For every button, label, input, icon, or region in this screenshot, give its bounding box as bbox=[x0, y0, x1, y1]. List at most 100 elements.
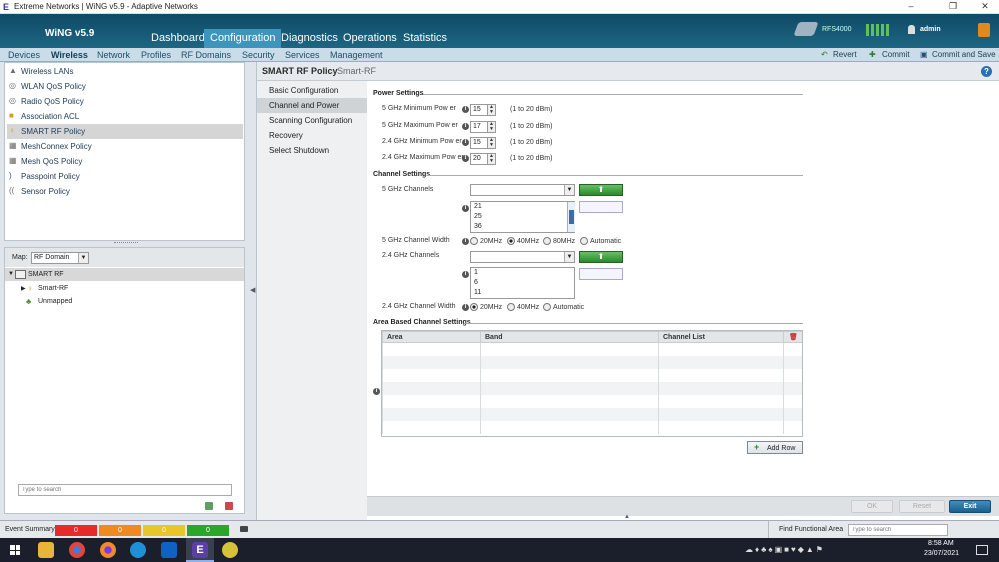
policy-item-wlan-qos[interactable]: ◎ WLAN QoS Policy bbox=[7, 79, 243, 94]
section-recovery[interactable]: Recovery bbox=[257, 128, 367, 143]
section-basic-configuration[interactable]: Basic Configuration bbox=[257, 83, 367, 98]
tree-unmapped-label[interactable]: Unmapped bbox=[38, 298, 72, 305]
logout-icon[interactable] bbox=[978, 23, 990, 37]
min-power-5ghz-stepper[interactable]: 15 ▲ ▼ bbox=[470, 104, 496, 116]
policy-item-radio-qos[interactable]: ◎ Radio QoS Policy bbox=[7, 94, 243, 109]
stepper-arrows-icon[interactable]: ▲ ▼ bbox=[487, 105, 495, 115]
revert-button[interactable]: Revert bbox=[833, 49, 857, 61]
max-power-24ghz-stepper[interactable]: 20 ▲ ▼ bbox=[470, 153, 496, 165]
policy-item-smart-rf[interactable]: ♀ SMART RF Policy bbox=[7, 124, 243, 139]
scrollbar-thumb[interactable] bbox=[569, 210, 574, 224]
commit-icon[interactable]: ✚ bbox=[869, 49, 876, 61]
width5-20mhz-radio[interactable] bbox=[470, 237, 478, 245]
width5-automatic-radio[interactable] bbox=[580, 237, 588, 245]
splitter-handle[interactable] bbox=[114, 242, 138, 245]
policy-item-wireless-lans[interactable]: ▲ Wireless LANs bbox=[7, 64, 243, 79]
minimize-button[interactable]: – bbox=[898, 0, 924, 14]
firefox-icon[interactable] bbox=[100, 542, 116, 558]
list-item[interactable]: 36 bbox=[471, 222, 574, 232]
commit-and-save-button[interactable]: Commit and Save bbox=[932, 49, 996, 61]
info-icon[interactable]: i bbox=[373, 388, 380, 395]
windows-start-icon[interactable] bbox=[10, 545, 20, 555]
subtab-services[interactable]: Services bbox=[281, 49, 324, 61]
max-power-5ghz-stepper[interactable]: 17 ▲ ▼ bbox=[470, 121, 496, 133]
add-channel-24ghz-button[interactable]: ⬆ bbox=[579, 251, 623, 263]
list-scrollbar[interactable] bbox=[567, 202, 575, 232]
tab-dashboard[interactable]: Dashboard bbox=[145, 29, 211, 48]
policy-item-mesh-qos[interactable]: ▦ Mesh QoS Policy bbox=[7, 154, 243, 169]
info-icon[interactable]: i bbox=[462, 271, 469, 278]
edge-icon[interactable] bbox=[130, 542, 146, 558]
list-item[interactable]: 21 bbox=[471, 202, 574, 212]
tree-child-label[interactable]: Smart-RF bbox=[38, 285, 68, 292]
maximize-button[interactable]: ❐ bbox=[940, 0, 966, 14]
channels-24ghz-select[interactable]: ▼ bbox=[470, 251, 575, 263]
remove-channel-24ghz-button[interactable] bbox=[579, 268, 623, 280]
stepper-arrows-icon[interactable]: ▲ ▼ bbox=[487, 154, 495, 164]
width24-20mhz-radio[interactable] bbox=[470, 303, 478, 311]
event-minor-badge[interactable]: 0 bbox=[143, 525, 185, 536]
width24-40mhz-radio[interactable] bbox=[507, 303, 515, 311]
section-channel-and-power[interactable]: Channel and Power bbox=[257, 98, 367, 113]
subtab-network[interactable]: Network bbox=[93, 49, 134, 61]
info-icon[interactable]: i bbox=[462, 155, 469, 162]
add-channel-5ghz-button[interactable]: ⬆ bbox=[579, 184, 623, 196]
info-icon[interactable]: i bbox=[462, 238, 469, 245]
tab-diagnostics[interactable]: Diagnostics bbox=[275, 29, 344, 48]
outlook-icon[interactable] bbox=[161, 542, 177, 558]
file-explorer-icon[interactable] bbox=[38, 542, 54, 558]
subtab-wireless[interactable]: Wireless bbox=[47, 49, 92, 61]
policy-item-passpoint[interactable]: ) Passpoint Policy bbox=[7, 169, 243, 184]
clock-date[interactable]: 23/07/2021 bbox=[924, 550, 959, 557]
map-select[interactable]: RF Domain ▼ bbox=[31, 252, 89, 264]
subtab-profiles[interactable]: Profiles bbox=[137, 49, 175, 61]
video-icon[interactable] bbox=[240, 526, 248, 532]
clock-time[interactable]: 8:58 AM bbox=[928, 540, 954, 547]
policy-item-sensor[interactable]: ((Sensor Policy bbox=[7, 184, 243, 199]
policy-item-meshconnex[interactable]: ▦ MeshConnex Policy bbox=[7, 139, 243, 154]
exit-button[interactable]: Exit bbox=[949, 500, 991, 513]
revert-icon[interactable]: ↶ bbox=[821, 49, 828, 61]
add-icon[interactable] bbox=[205, 502, 213, 510]
extreme-app-icon[interactable]: E bbox=[192, 542, 208, 558]
policy-item-association-acl[interactable]: ■ Association ACL bbox=[7, 109, 243, 124]
trash-icon[interactable]: 🗑 bbox=[783, 331, 802, 343]
save-icon[interactable]: ▣ bbox=[920, 49, 928, 61]
event-critical-badge[interactable]: 0 bbox=[55, 525, 97, 536]
width5-40mhz-radio[interactable] bbox=[507, 237, 515, 245]
section-select-shutdown[interactable]: Select Shutdown bbox=[257, 143, 367, 158]
width5-80mhz-radio[interactable] bbox=[543, 237, 551, 245]
subtab-management[interactable]: Management bbox=[326, 49, 387, 61]
min-power-24ghz-stepper[interactable]: 15 ▲ ▼ bbox=[470, 137, 496, 149]
subtab-rf-domains[interactable]: RF Domains bbox=[177, 49, 235, 61]
info-icon[interactable]: i bbox=[462, 106, 469, 113]
tab-configuration[interactable]: Configuration bbox=[204, 29, 282, 48]
help-icon[interactable]: ? bbox=[981, 66, 992, 77]
remove-icon[interactable] bbox=[225, 502, 233, 510]
commit-button[interactable]: Commit bbox=[882, 49, 910, 61]
channels-5ghz-list[interactable]: 21 25 36 bbox=[470, 201, 575, 233]
channels-5ghz-select[interactable]: ▼ bbox=[470, 184, 575, 196]
collapse-panel-icon[interactable]: ◀ bbox=[250, 286, 255, 294]
user-name[interactable]: admin bbox=[920, 26, 941, 33]
stepper-arrows-icon[interactable]: ▲ ▼ bbox=[487, 138, 495, 148]
find-area-input[interactable] bbox=[848, 524, 948, 536]
info-icon[interactable]: i bbox=[462, 205, 469, 212]
info-icon[interactable]: i bbox=[462, 139, 469, 146]
section-scanning-configuration[interactable]: Scanning Configuration bbox=[257, 113, 367, 128]
event-major-badge[interactable]: 0 bbox=[99, 525, 141, 536]
column-header-band[interactable]: Band bbox=[480, 331, 659, 343]
left-search-input[interactable] bbox=[18, 484, 232, 496]
tab-statistics[interactable]: Statistics bbox=[397, 29, 453, 48]
info-icon[interactable]: i bbox=[462, 304, 469, 311]
chrome-icon[interactable] bbox=[69, 542, 85, 558]
list-item[interactable]: 25 bbox=[471, 212, 574, 222]
column-header-channel-list[interactable]: Channel List bbox=[658, 331, 784, 343]
close-button[interactable]: ✕ bbox=[972, 0, 998, 14]
list-item[interactable]: 1 bbox=[471, 268, 574, 278]
tab-operations[interactable]: Operations bbox=[337, 29, 403, 48]
column-header-area[interactable]: Area bbox=[382, 331, 481, 343]
app-icon[interactable] bbox=[222, 542, 238, 558]
stepper-arrows-icon[interactable]: ▲ ▼ bbox=[487, 122, 495, 132]
info-icon[interactable]: i bbox=[462, 123, 469, 130]
